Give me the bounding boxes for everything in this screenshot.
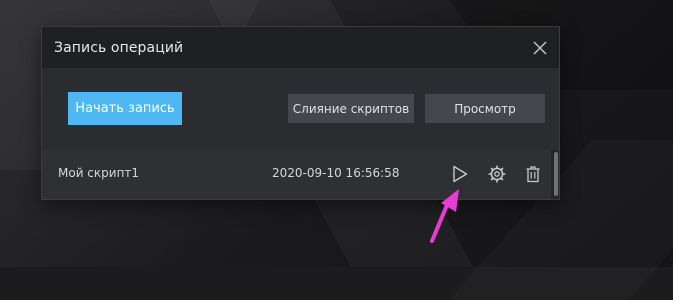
- trash-icon: [526, 166, 540, 183]
- gear-icon: [488, 165, 506, 183]
- dialog-title: Запись операций: [54, 39, 184, 56]
- play-icon: [453, 165, 468, 183]
- operation-recording-dialog: Запись операций Начать запись Слияние ск…: [41, 26, 560, 200]
- start-recording-button[interactable]: Начать запись: [68, 92, 182, 125]
- close-icon: [533, 41, 547, 54]
- script-name: Мой скрипт1: [58, 166, 140, 180]
- dialog-toolbar: Начать запись Слияние скриптов Просмотр: [42, 68, 559, 150]
- merge-scripts-button[interactable]: Слияние скриптов: [288, 94, 414, 123]
- play-script-button[interactable]: [450, 164, 470, 184]
- script-list: Мой скрипт1 2020-09-10 16:56:58: [42, 150, 559, 199]
- script-row[interactable]: Мой скрипт1 2020-09-10 16:56:58: [42, 150, 551, 199]
- delete-script-button[interactable]: [523, 164, 543, 184]
- dialog-title-bar: Запись операций: [42, 27, 559, 68]
- view-button[interactable]: Просмотр: [425, 94, 545, 123]
- script-date: 2020-09-10 16:56:58: [272, 166, 400, 180]
- close-button[interactable]: [531, 39, 549, 57]
- script-settings-button[interactable]: [487, 164, 507, 184]
- script-list-scrollbar[interactable]: [554, 152, 558, 196]
